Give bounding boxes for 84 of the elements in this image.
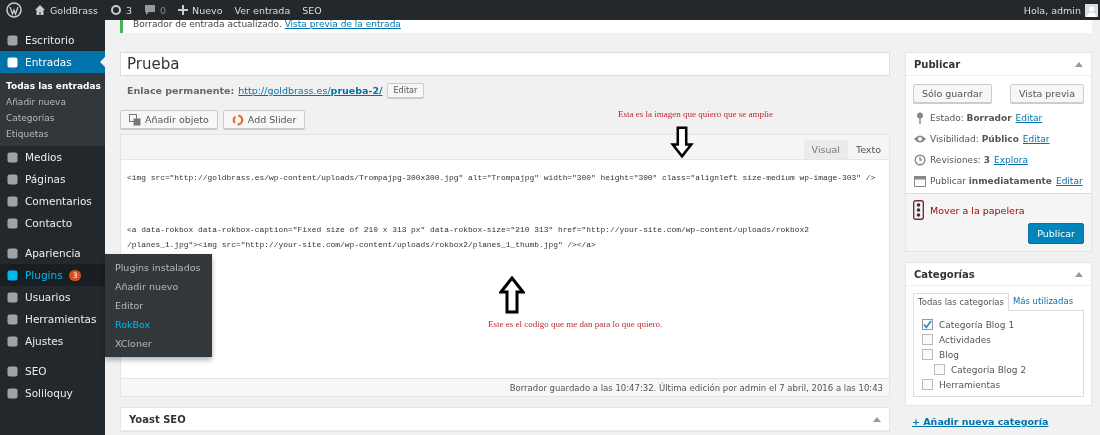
- collapse-icon[interactable]: [873, 416, 881, 422]
- collapse-icon[interactable]: [1075, 271, 1083, 277]
- checkbox[interactable]: [922, 319, 933, 330]
- checkbox[interactable]: [934, 364, 945, 375]
- history-icon: [914, 153, 926, 166]
- eye-icon: [914, 133, 926, 144]
- sidebar-menu-item[interactable]: Herramientas: [0, 308, 105, 330]
- editor-tab[interactable]: Visual: [803, 140, 848, 159]
- home-icon: [34, 4, 46, 16]
- sidebar-menu-item[interactable]: Medios: [0, 146, 105, 168]
- preview-button[interactable]: Vista previa: [1009, 84, 1084, 103]
- sidebar-menu-item[interactable]: Soliloquy: [0, 382, 105, 404]
- plus-icon: [178, 5, 189, 15]
- site-name-link[interactable]: GoldBrass: [34, 4, 98, 16]
- seo-link[interactable]: SEO: [302, 4, 322, 16]
- view-post-link[interactable]: Ver entrada: [234, 4, 291, 16]
- submenu-item[interactable]: Etiquetas: [0, 126, 105, 142]
- flyout-menu-item[interactable]: RokBox: [105, 315, 212, 334]
- edit-link[interactable]: Explora: [994, 154, 1028, 165]
- edit-link[interactable]: Editar: [1015, 112, 1043, 123]
- updates-link[interactable]: 3: [110, 4, 133, 16]
- save-draft-button[interactable]: Sólo guardar: [913, 84, 992, 103]
- category-label: Categoría Blog 2: [951, 364, 1027, 375]
- comments-link[interactable]: 0: [144, 4, 167, 16]
- permalink-label: Enlace permanente:: [127, 84, 235, 96]
- title-input[interactable]: Prueba: [120, 52, 890, 76]
- edit-link[interactable]: Editar: [1055, 175, 1083, 186]
- flyout-menu-item[interactable]: Editor: [105, 296, 212, 315]
- sidebar-menu-item[interactable]: Contacto: [0, 212, 105, 234]
- sidebar-menu-item[interactable]: Comentarios: [0, 190, 105, 212]
- edit-link[interactable]: Editar: [1022, 133, 1050, 144]
- publish-setting-text: Visibilidad: Público: [930, 133, 1019, 144]
- media-icon: [129, 113, 141, 126]
- pin-icon: [914, 111, 926, 124]
- up-arrow-icon: [499, 276, 525, 314]
- sidebar-menu-item[interactable]: Ajustes: [0, 330, 105, 352]
- category-label: Categoría Blog 1: [939, 319, 1015, 330]
- publish-setting-text: Revisiones: 3: [930, 154, 990, 165]
- traffic-light-icon: [913, 200, 924, 220]
- collapse-icon[interactable]: [1075, 61, 1083, 67]
- speech-bubble-icon: [144, 4, 157, 16]
- category-label: Actividades: [939, 334, 991, 345]
- trash-link[interactable]: Mover a la papelera: [930, 204, 1025, 216]
- permalink-link[interactable]: http://goldbrass.es/prueba-2/: [238, 84, 383, 96]
- sidebar-menu-item[interactable]: Usuarios: [0, 286, 105, 308]
- media-button[interactable]: Add Slider: [222, 110, 306, 129]
- account-link[interactable]: Hola, admin: [1023, 3, 1098, 17]
- ring-icon: [231, 113, 244, 126]
- avatar-icon: [1085, 3, 1098, 17]
- box-title: Publicar: [914, 58, 961, 70]
- submenu-item[interactable]: Todas las entradas: [0, 78, 105, 94]
- edit-button[interactable]: Editar: [386, 82, 425, 98]
- box-title: Yoast SEO: [129, 413, 186, 425]
- category-label: Blog: [939, 349, 959, 360]
- calendar-icon: [914, 174, 926, 187]
- sidebar-menu-item[interactable]: Entradas: [0, 51, 105, 73]
- publish-setting-text: Publicar inmediatamente: [930, 175, 1052, 186]
- annotation-text: Este es el codigo que me dan para lo que quiero.: [488, 319, 663, 329]
- sidebar-menu-item[interactable]: Escritorio: [0, 29, 105, 51]
- preview-link[interactable]: Vista previa de la entrada: [284, 20, 401, 29]
- wordpress-logo-icon[interactable]: [6, 2, 22, 18]
- sidebar-menu-item[interactable]: Páginas: [0, 168, 105, 190]
- submenu-item[interactable]: Categorías: [0, 110, 105, 126]
- media-button[interactable]: Añadir objeto: [120, 110, 218, 129]
- checkbox[interactable]: [922, 349, 933, 360]
- category-tab[interactable]: Todas las categorías: [913, 293, 1009, 311]
- flyout-menu-item[interactable]: Plugins instalados: [105, 258, 212, 277]
- flyout-menu-item[interactable]: XCloner: [105, 334, 212, 353]
- category-label: Herramientas: [939, 379, 1001, 390]
- notice-text: Borrador de entrada actualizado.: [133, 20, 282, 29]
- category-tab[interactable]: Más utilizadas: [1008, 293, 1078, 310]
- sidebar-menu-item[interactable]: SEO: [0, 360, 105, 382]
- editor-status-text: Borrador guardado a las 10:47:32. Última edición por admin el 7 abril, 2016 a las 10:43: [121, 378, 889, 396]
- box-title: Categorías: [914, 268, 975, 280]
- publish-setting-text: Estado: Borrador: [930, 112, 1012, 123]
- flyout-menu-item[interactable]: Añadir nuevo: [105, 277, 212, 296]
- publish-button[interactable]: Publicar: [1028, 223, 1084, 244]
- checkbox[interactable]: [922, 334, 933, 345]
- checkbox[interactable]: [922, 379, 933, 390]
- annotation-text: Esta es la imagen que quiero que se amplie: [618, 109, 773, 119]
- add-category-link[interactable]: + Añadir nueva categoría: [912, 416, 1049, 427]
- sidebar-menu-item[interactable]: Apariencia: [0, 242, 105, 264]
- submenu-item[interactable]: Añadir nueva: [0, 94, 105, 110]
- new-link[interactable]: Nuevo: [178, 4, 223, 16]
